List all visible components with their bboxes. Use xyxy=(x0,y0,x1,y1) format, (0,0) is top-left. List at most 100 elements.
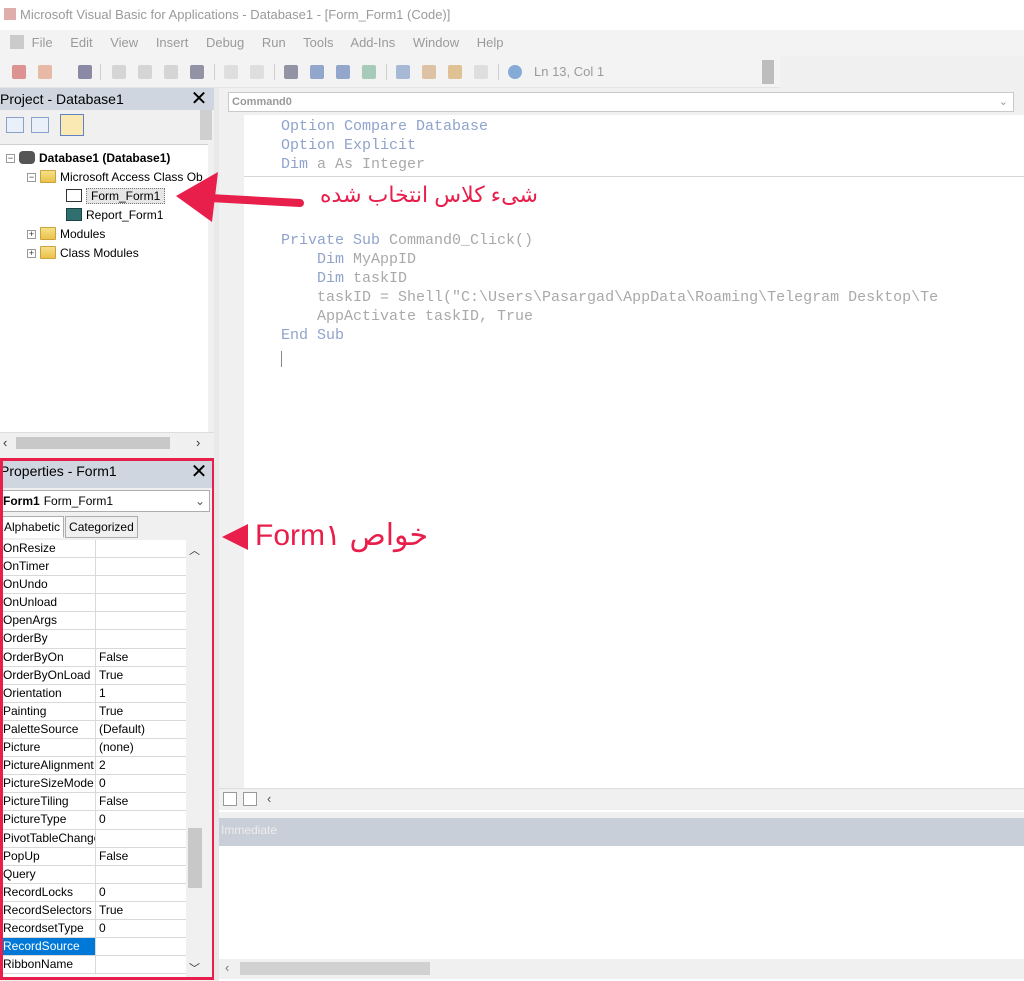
property-value[interactable] xyxy=(96,612,186,629)
property-row[interactable]: Painting True xyxy=(0,702,186,721)
property-row[interactable]: OnUnload xyxy=(0,594,186,613)
scroll-up-icon[interactable]: ︿ xyxy=(189,542,200,558)
run-icon[interactable] xyxy=(284,65,298,79)
property-row[interactable]: PictureAlignment 2 xyxy=(0,757,186,776)
menu-debug[interactable]: Debug xyxy=(206,35,244,50)
tree-item-database1[interactable]: − Database1 (Database1) xyxy=(6,149,170,168)
tree-item-report-form1[interactable]: Report_Form1 xyxy=(66,206,163,225)
scroll-down-icon[interactable]: ﹀ xyxy=(189,960,200,976)
insert-userform-icon[interactable] xyxy=(38,65,52,79)
menu-run[interactable]: Run xyxy=(262,35,286,50)
tree-item-class-objects[interactable]: − Microsoft Access Class Ob xyxy=(27,168,203,187)
property-value[interactable] xyxy=(96,830,186,847)
property-row[interactable]: Picture (none) xyxy=(0,739,186,758)
undo-icon[interactable] xyxy=(224,65,238,79)
property-row[interactable]: RecordsetType 0 xyxy=(0,919,186,939)
procedure-view-icon[interactable] xyxy=(223,792,237,806)
menu-help[interactable]: Help xyxy=(477,35,504,50)
property-value[interactable]: False xyxy=(96,793,186,810)
scroll-left-icon[interactable]: ‹ xyxy=(267,791,271,806)
project-explorer-icon[interactable] xyxy=(396,65,410,79)
close-icon[interactable]: ✕ xyxy=(188,462,210,482)
help-icon[interactable] xyxy=(508,65,522,79)
property-row[interactable]: OnResize xyxy=(0,540,186,559)
break-icon[interactable] xyxy=(310,65,324,79)
cut-icon[interactable] xyxy=(112,65,126,79)
menu-file[interactable]: File xyxy=(32,35,53,50)
scroll-thumb[interactable] xyxy=(16,437,170,449)
view-object-icon[interactable] xyxy=(31,117,49,133)
find-icon[interactable] xyxy=(190,65,204,79)
copy-icon[interactable] xyxy=(138,65,152,79)
property-value[interactable]: 1 xyxy=(96,685,186,702)
property-value[interactable] xyxy=(96,558,186,575)
scroll-left-icon[interactable]: ‹ xyxy=(3,435,7,450)
tree-item-modules[interactable]: + Modules xyxy=(27,225,105,244)
property-value[interactable]: 0 xyxy=(96,811,186,828)
property-row[interactable]: RecordSource xyxy=(0,938,186,957)
toggle-folders-icon[interactable] xyxy=(60,114,84,136)
tree-item-class-modules[interactable]: + Class Modules xyxy=(27,244,139,263)
property-row[interactable]: OrderByOn False xyxy=(0,648,186,667)
immediate-horizontal-scrollbar[interactable]: ‹ xyxy=(219,959,1024,979)
property-value[interactable] xyxy=(96,576,186,593)
property-row[interactable]: PictureType 0 xyxy=(0,811,186,830)
property-row[interactable]: PopUp False xyxy=(0,847,186,866)
menu-edit[interactable]: Edit xyxy=(70,35,92,50)
immediate-window[interactable]: Immediate ‹ xyxy=(219,818,1024,981)
save-icon[interactable] xyxy=(78,65,92,79)
property-grid-scrollbar[interactable]: ︿ ﹀ xyxy=(186,540,204,978)
property-value[interactable] xyxy=(96,866,186,883)
tab-alphabetic[interactable]: Alphabetic xyxy=(0,516,65,538)
code-editor[interactable]: Option Compare Database Option Explicit Di… xyxy=(219,115,1024,788)
property-row[interactable]: PivotTableChange xyxy=(0,829,186,848)
property-row[interactable]: PictureTiling False xyxy=(0,793,186,812)
close-icon[interactable]: ✕ xyxy=(188,89,210,109)
property-value[interactable]: True xyxy=(96,703,186,720)
toolbox-icon[interactable] xyxy=(474,65,488,79)
redo-icon[interactable] xyxy=(250,65,264,79)
property-value[interactable]: (Default) xyxy=(96,721,186,738)
property-row[interactable]: OrderBy xyxy=(0,630,186,649)
property-row[interactable]: OnUndo xyxy=(0,576,186,595)
tab-categorized[interactable]: Categorized xyxy=(65,516,138,538)
project-horizontal-scrollbar[interactable]: ‹ › xyxy=(0,432,214,452)
property-value[interactable] xyxy=(96,938,186,955)
property-value[interactable] xyxy=(96,594,186,611)
property-row[interactable]: RibbonName xyxy=(0,956,186,975)
property-value[interactable]: 0 xyxy=(96,884,186,901)
menu-view[interactable]: View xyxy=(110,35,138,50)
property-row[interactable]: OrderByOnLoad True xyxy=(0,666,186,685)
property-row[interactable]: Orientation 1 xyxy=(0,684,186,703)
tree-item-form-form1[interactable]: Form_Form1 xyxy=(66,187,166,206)
property-row[interactable]: OnTimer xyxy=(0,558,186,577)
collapse-icon[interactable]: − xyxy=(6,154,15,163)
toolbar-overflow-handle[interactable] xyxy=(762,60,774,84)
property-row[interactable]: PictureSizeMode 0 xyxy=(0,775,186,794)
full-module-view-icon[interactable] xyxy=(243,792,257,806)
property-row[interactable]: OpenArgs xyxy=(0,612,186,631)
scroll-left-icon[interactable]: ‹ xyxy=(225,960,229,975)
property-row[interactable]: RecordLocks 0 xyxy=(0,883,186,902)
menu-addins[interactable]: Add-Ins xyxy=(350,35,395,50)
property-value[interactable]: 0 xyxy=(96,920,186,937)
properties-window-icon[interactable] xyxy=(422,65,436,79)
menu-window[interactable]: Window xyxy=(413,35,459,50)
view-access-icon[interactable] xyxy=(12,65,26,79)
property-value[interactable] xyxy=(96,630,186,647)
property-value[interactable]: 2 xyxy=(96,757,186,774)
property-row[interactable]: RecordSelectors True xyxy=(0,901,186,920)
property-value[interactable]: False xyxy=(96,649,186,666)
property-value[interactable] xyxy=(96,540,186,557)
expand-icon[interactable]: + xyxy=(27,230,36,239)
scroll-thumb[interactable] xyxy=(188,828,202,888)
menu-insert[interactable]: Insert xyxy=(156,35,189,50)
object-browser-icon[interactable] xyxy=(448,65,462,79)
object-selector[interactable]: Form1 Form_Form1 ⌄ xyxy=(0,490,210,512)
scroll-right-icon[interactable]: › xyxy=(196,435,200,450)
property-value[interactable]: True xyxy=(96,902,186,919)
object-combo[interactable]: Command0 ⌄ xyxy=(228,92,1014,112)
design-mode-icon[interactable] xyxy=(362,65,376,79)
paste-icon[interactable] xyxy=(164,65,178,79)
project-toolbar-scrollbar[interactable] xyxy=(200,110,212,140)
